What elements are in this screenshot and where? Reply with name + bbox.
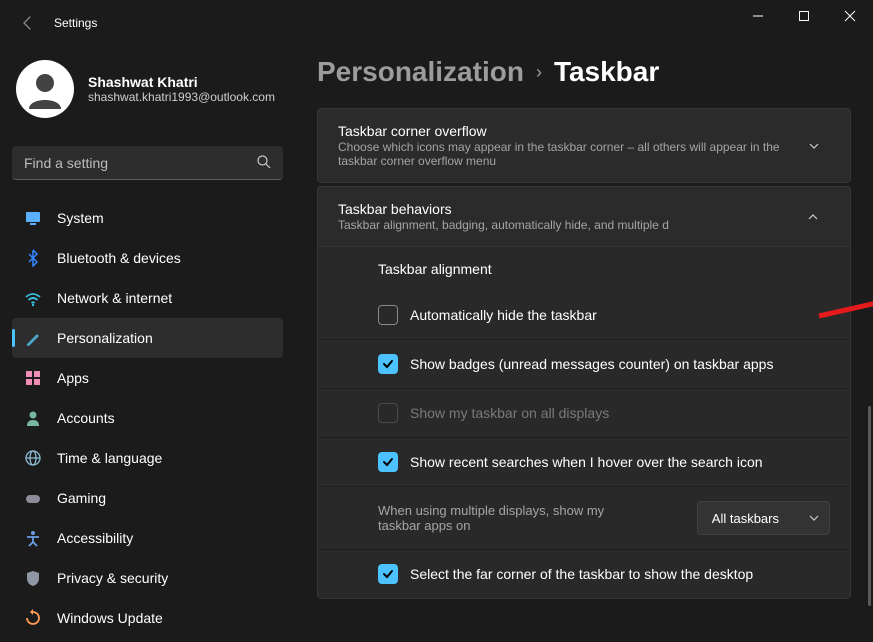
card-overflow-title: Taskbar corner overflow	[338, 123, 808, 139]
profile-block[interactable]: Shashwat Khatri shashwat.khatri1993@outl…	[12, 56, 283, 134]
sidebar-item-label: Network & internet	[57, 290, 172, 306]
person-icon	[24, 409, 42, 427]
profile-name: Shashwat Khatri	[88, 74, 275, 90]
globe-icon	[24, 449, 42, 467]
maximize-button[interactable]	[781, 0, 827, 32]
behavior-checkbox-2	[378, 403, 398, 423]
shield-icon	[24, 569, 42, 587]
breadcrumb-parent[interactable]: Personalization	[317, 56, 524, 88]
behavior-option-3[interactable]: Show recent searches when I hover over t…	[318, 437, 850, 486]
behavior-option-1[interactable]: Show badges (unread messages counter) on…	[318, 339, 850, 388]
profile-email: shashwat.khatri1993@outlook.com	[88, 90, 275, 104]
search-input-wrap[interactable]	[12, 146, 283, 180]
card-overflow-sub: Choose which icons may appear in the tas…	[338, 140, 808, 168]
sidebar-item-accounts[interactable]: Accounts	[12, 398, 283, 438]
behavior-checkbox-1[interactable]	[378, 354, 398, 374]
breadcrumb: Personalization › Taskbar	[317, 56, 851, 88]
sidebar-item-time-language[interactable]: Time & language	[12, 438, 283, 478]
multi-display-row: When using multiple displays, show my ta…	[318, 486, 850, 549]
brush-icon	[24, 329, 42, 347]
behavior-checkbox-3[interactable]	[378, 452, 398, 472]
sidebar-item-label: Windows Update	[57, 610, 163, 626]
far-corner-checkbox[interactable]	[378, 564, 398, 584]
sidebar-item-label: System	[57, 210, 104, 226]
search-input[interactable]	[24, 155, 256, 171]
behavior-label-3: Show recent searches when I hover over t…	[410, 454, 830, 470]
sidebar-item-label: Bluetooth & devices	[57, 250, 181, 266]
sidebar-item-bluetooth-devices[interactable]: Bluetooth & devices	[12, 238, 283, 278]
search-icon	[256, 154, 271, 172]
apps-icon	[24, 369, 42, 387]
sidebar-item-system[interactable]: System	[12, 198, 283, 238]
behavior-checkbox-0[interactable]	[378, 305, 398, 325]
card-behaviors: Taskbar behaviors Taskbar alignment, bad…	[317, 186, 851, 599]
multi-display-label: When using multiple displays, show my ta…	[378, 503, 618, 533]
card-overflow: Taskbar corner overflow Choose which ico…	[317, 108, 851, 183]
sidebar-item-accessibility[interactable]: Accessibility	[12, 518, 283, 558]
multi-display-dropdown[interactable]: All taskbars	[697, 501, 830, 535]
sidebar-item-personalization[interactable]: Personalization	[12, 318, 283, 358]
taskbar-alignment-row: Taskbar alignment	[318, 247, 850, 291]
far-corner-row[interactable]: Select the far corner of the taskbar to …	[318, 549, 850, 598]
far-corner-label: Select the far corner of the taskbar to …	[410, 566, 830, 582]
card-behaviors-toggle[interactable]: Taskbar behaviors Taskbar alignment, bad…	[318, 187, 850, 246]
sidebar-item-label: Privacy & security	[57, 570, 168, 586]
sidebar-item-label: Time & language	[57, 450, 162, 466]
behavior-option-0[interactable]: Automatically hide the taskbar	[318, 291, 850, 339]
behavior-option-2: Show my taskbar on all displays	[318, 388, 850, 437]
chevron-down-icon	[808, 139, 820, 153]
window-title: Settings	[54, 16, 97, 30]
chevron-down-icon	[809, 511, 819, 526]
wifi-icon	[24, 289, 42, 307]
sidebar: Shashwat Khatri shashwat.khatri1993@outl…	[0, 46, 295, 642]
card-overflow-toggle[interactable]: Taskbar corner overflow Choose which ico…	[318, 109, 850, 182]
sidebar-item-label: Accounts	[57, 410, 115, 426]
card-behaviors-title: Taskbar behaviors	[338, 201, 669, 217]
sidebar-item-network-internet[interactable]: Network & internet	[12, 278, 283, 318]
sidebar-item-label: Personalization	[57, 330, 153, 346]
bluetooth-icon	[24, 249, 42, 267]
avatar	[16, 60, 74, 118]
sidebar-item-label: Apps	[57, 370, 89, 386]
accessibility-icon	[24, 529, 42, 547]
multi-display-value: All taskbars	[712, 511, 779, 526]
behavior-label-2: Show my taskbar on all displays	[410, 405, 830, 421]
sidebar-item-windows-update[interactable]: Windows Update	[12, 598, 283, 638]
close-button[interactable]	[827, 0, 873, 32]
gamepad-icon	[24, 489, 42, 507]
card-behaviors-sub: Taskbar alignment, badging, automaticall…	[338, 218, 669, 232]
chevron-up-icon	[806, 210, 820, 224]
update-icon	[24, 609, 42, 627]
behavior-label-0: Automatically hide the taskbar	[410, 307, 830, 323]
sidebar-item-privacy-security[interactable]: Privacy & security	[12, 558, 283, 598]
chevron-right-icon: ›	[536, 62, 542, 83]
sidebar-item-label: Accessibility	[57, 530, 133, 546]
breadcrumb-current: Taskbar	[554, 56, 659, 88]
back-button[interactable]	[18, 13, 38, 33]
sidebar-item-apps[interactable]: Apps	[12, 358, 283, 398]
scrollbar[interactable]	[868, 406, 871, 642]
behavior-label-1: Show badges (unread messages counter) on…	[410, 356, 830, 372]
sidebar-item-label: Gaming	[57, 490, 106, 506]
system-icon	[24, 209, 42, 227]
sidebar-item-gaming[interactable]: Gaming	[12, 478, 283, 518]
minimize-button[interactable]	[735, 0, 781, 32]
taskbar-alignment-label: Taskbar alignment	[378, 261, 830, 277]
